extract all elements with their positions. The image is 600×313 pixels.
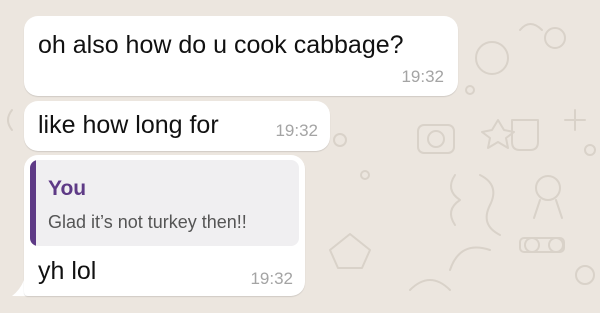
message-timestamp: 19:32 [250, 269, 293, 288]
message-bubble[interactable]: oh also how do u cook cabbage? 19:32 [24, 16, 458, 96]
quoted-text: Glad it’s not turkey then!! [48, 212, 247, 232]
message-text: yh lol [38, 257, 97, 285]
message-text: oh also how do u cook cabbage? [38, 31, 404, 59]
quoted-message[interactable]: You Glad it’s not turkey then!! [30, 160, 299, 246]
message-bubble[interactable]: like how long for 19:32 [24, 101, 330, 151]
message-timestamp: 19:32 [275, 121, 318, 140]
quoted-author: You [48, 177, 87, 200]
quote-accent-bar [30, 160, 36, 246]
reply-message-bubble[interactable]: You Glad it’s not turkey then!! yh lol 1… [24, 155, 305, 296]
message-timestamp: 19:32 [401, 67, 444, 86]
message-text: like how long for [38, 111, 219, 139]
